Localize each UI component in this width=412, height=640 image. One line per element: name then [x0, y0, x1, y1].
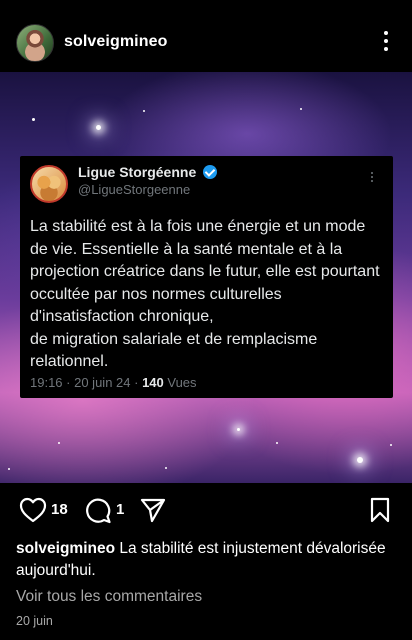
- star-decoration: [165, 467, 167, 469]
- tweet-display-name: Ligue Storgéenne: [78, 164, 197, 180]
- bookmark-icon[interactable]: [369, 496, 391, 524]
- heart-icon[interactable]: [19, 497, 47, 523]
- tweet-date: 20 juin 24: [74, 375, 131, 390]
- more-options-icon[interactable]: [376, 28, 396, 54]
- post-username[interactable]: solveigmineo: [64, 33, 167, 51]
- star-decoration: [32, 118, 35, 121]
- star-decoration: [143, 110, 145, 112]
- tweet-views-count: 140: [142, 375, 164, 390]
- caption-username[interactable]: solveigmineo: [16, 540, 115, 557]
- verified-badge-icon: [203, 165, 217, 179]
- star-decoration: [96, 125, 101, 130]
- star-decoration: [276, 442, 278, 444]
- star-decoration: [357, 457, 363, 463]
- like-count[interactable]: 18: [51, 501, 68, 518]
- post-date: 20 juin: [16, 614, 53, 628]
- action-bar: 18 1: [0, 483, 412, 533]
- tweet-text: La stabilité est à la fois une énergie e…: [30, 218, 380, 370]
- star-decoration: [8, 468, 10, 470]
- post-header: solveigmineo: [0, 0, 412, 82]
- tweet-time: 19:16: [30, 375, 63, 390]
- star-decoration: [237, 428, 240, 431]
- comment-icon[interactable]: [84, 496, 112, 524]
- tweet-avatar: [30, 165, 68, 203]
- tweet-views-label: Vues: [167, 375, 197, 390]
- comment-count[interactable]: 1: [116, 501, 124, 518]
- post-caption: solveigmineo La stabilité est injustemen…: [16, 538, 396, 582]
- star-decoration: [390, 444, 392, 446]
- star-decoration: [300, 108, 302, 110]
- avatar[interactable]: [16, 24, 54, 62]
- tweet-handle: @LigueStorgeenne: [78, 182, 191, 197]
- send-icon[interactable]: [140, 497, 166, 523]
- view-all-comments-link[interactable]: Voir tous les commentaires: [16, 588, 202, 606]
- tweet-more-icon: [368, 170, 376, 184]
- tweet-meta: 19:16 · 20 juin 24 · 140 Vues: [30, 375, 197, 390]
- star-decoration: [58, 442, 60, 444]
- tweet-card: Ligue Storgéenne @LigueStorgeenne La sta…: [20, 156, 393, 398]
- post-image[interactable]: Ligue Storgéenne @LigueStorgeenne La sta…: [0, 72, 412, 483]
